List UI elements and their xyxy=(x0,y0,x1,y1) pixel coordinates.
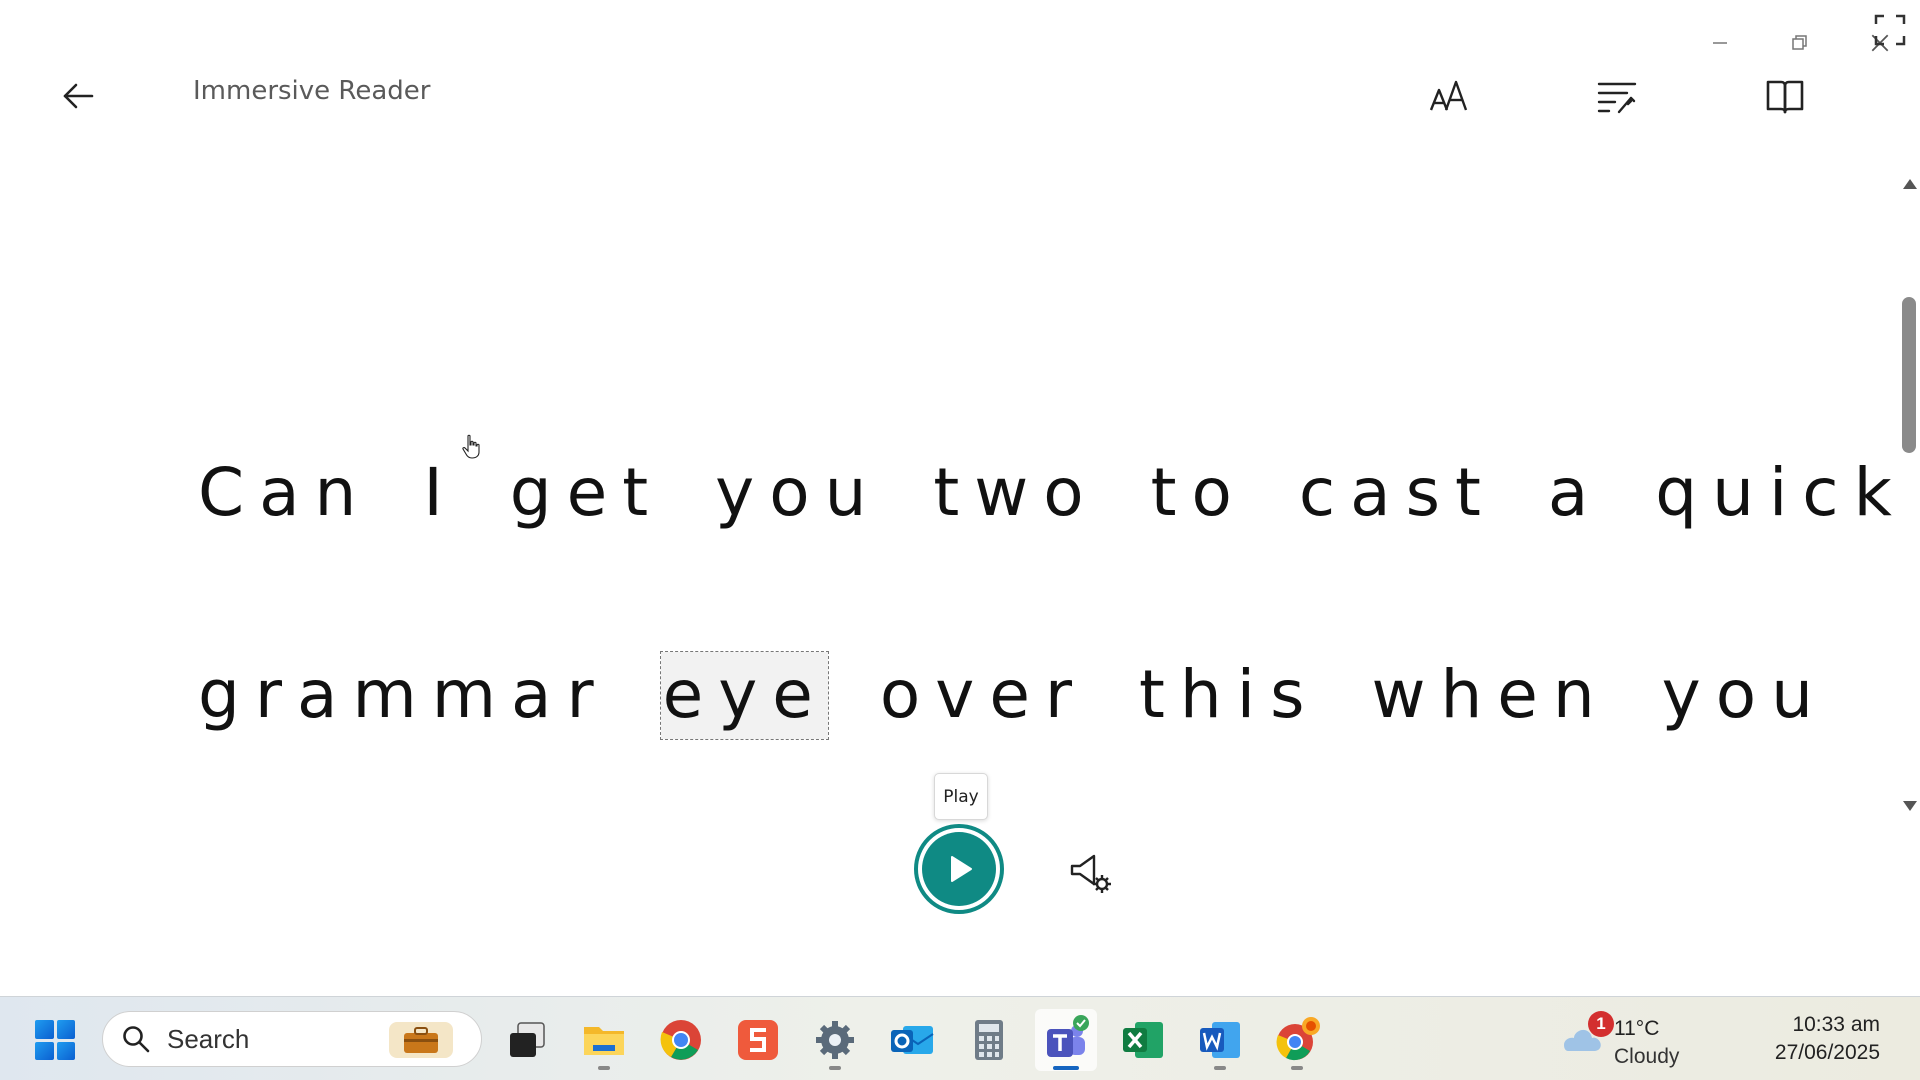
chrome-profile-icon xyxy=(1276,1017,1320,1061)
reader-header: Immersive Reader xyxy=(0,60,1920,130)
taskbar-app-outlook[interactable] xyxy=(881,1009,943,1071)
folder-icon xyxy=(584,1027,624,1055)
vertical-scrollbar[interactable] xyxy=(1898,175,1920,815)
minimize-button[interactable] xyxy=(1700,28,1740,58)
weather-alert-badge: 1 xyxy=(1588,1011,1614,1037)
clock-date: 27/06/2025 xyxy=(1774,1041,1880,1064)
restore-button[interactable] xyxy=(1780,28,1820,58)
sumo-app-icon xyxy=(738,1020,778,1060)
word-icon xyxy=(1200,1022,1240,1058)
fullscreen-button[interactable] xyxy=(1872,12,1908,48)
scroll-down-arrow-icon[interactable] xyxy=(1903,801,1917,811)
excel-icon xyxy=(1123,1022,1163,1058)
weather-widget[interactable]: 1 11°C Cloudy xyxy=(1556,1007,1716,1071)
running-indicator xyxy=(598,1066,610,1070)
taskbar-app-chrome-2[interactable] xyxy=(1266,1009,1328,1071)
reader-line: Can I get you two to cast a quick xyxy=(198,454,1907,531)
clock-time: 10:33 am xyxy=(1792,1013,1880,1036)
arrow-left-icon xyxy=(63,83,94,109)
task-view-icon xyxy=(510,1022,545,1057)
play-button[interactable] xyxy=(914,824,1004,914)
system-clock[interactable]: 10:33 am 27/06/2025 xyxy=(1775,1011,1880,1067)
taskbar-app-chrome[interactable] xyxy=(650,1009,712,1071)
scroll-thumb[interactable] xyxy=(1902,297,1916,453)
play-icon xyxy=(951,856,972,882)
hand-cursor-icon xyxy=(462,434,480,459)
taskbar-app-word[interactable] xyxy=(1189,1009,1251,1071)
voice-settings-icon xyxy=(1070,854,1111,893)
weather-temperature: 11°C xyxy=(1614,1017,1660,1040)
app-title: Immersive Reader xyxy=(193,76,431,106)
reader-words: over this when you xyxy=(879,656,1828,733)
briefcase-icon xyxy=(389,1022,453,1058)
settings-gear-icon xyxy=(816,1021,854,1059)
taskbar-app-calculator[interactable] xyxy=(958,1009,1020,1071)
taskbar-app-teams[interactable] xyxy=(1035,1009,1097,1071)
taskbar-search[interactable]: Search xyxy=(102,1011,482,1067)
highlighted-word[interactable]: eye xyxy=(659,651,829,740)
reading-preferences-button[interactable] xyxy=(1757,68,1813,124)
fullscreen-icon xyxy=(1874,14,1906,46)
voice-settings-button[interactable] xyxy=(1066,848,1114,896)
text-preferences-icon xyxy=(1429,80,1468,111)
windows-logo-icon xyxy=(35,1020,54,1039)
reading-preferences-icon xyxy=(1766,80,1804,114)
search-placeholder: Search xyxy=(167,1023,250,1054)
running-indicator-active xyxy=(1053,1066,1079,1070)
running-indicator xyxy=(829,1066,841,1070)
outlook-icon xyxy=(891,1026,934,1054)
running-indicator xyxy=(1214,1066,1226,1070)
play-button-fill xyxy=(922,832,996,906)
reader-word: grammar xyxy=(198,656,609,733)
chrome-icon xyxy=(660,1020,701,1060)
grammar-options-button[interactable] xyxy=(1589,68,1645,124)
back-button[interactable] xyxy=(56,74,100,118)
search-icon xyxy=(123,1026,150,1053)
taskbar-app-settings[interactable] xyxy=(804,1009,866,1071)
restore-icon xyxy=(1792,35,1807,50)
text-preferences-button[interactable] xyxy=(1422,68,1478,124)
minimize-icon xyxy=(1713,42,1727,44)
scroll-up-arrow-icon[interactable] xyxy=(1903,179,1917,189)
taskbar-app-tasks[interactable] xyxy=(496,1009,558,1071)
play-tooltip: Play xyxy=(934,773,988,820)
teams-icon xyxy=(1047,1015,1089,1057)
reader-line: grammar eye over this when you xyxy=(198,651,1828,740)
taskbar-app-file-explorer[interactable] xyxy=(573,1009,635,1071)
taskbar-app-sumo[interactable] xyxy=(727,1009,789,1071)
running-indicator xyxy=(1291,1066,1303,1070)
taskbar-app-excel[interactable] xyxy=(1112,1009,1174,1071)
start-button[interactable] xyxy=(30,1015,80,1065)
taskbar: Search 1 11°C Cloudy 10:33 am 27/06/2025 xyxy=(0,996,1920,1080)
weather-condition: Cloudy xyxy=(1614,1045,1680,1068)
grammar-options-icon xyxy=(1597,82,1637,114)
calculator-icon xyxy=(975,1020,1003,1060)
